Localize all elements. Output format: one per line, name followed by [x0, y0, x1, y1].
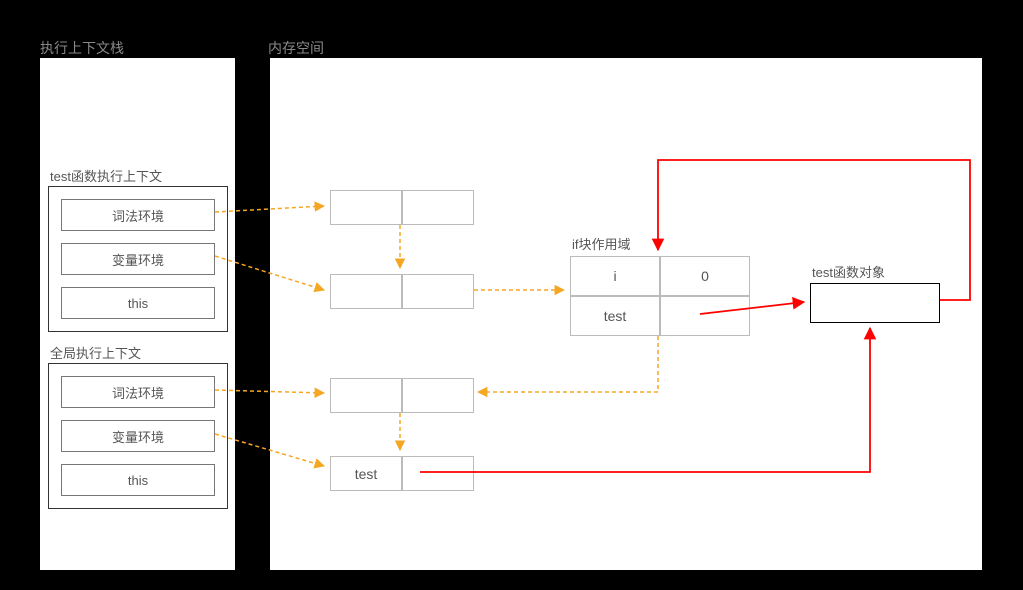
if-test-key: test: [570, 296, 660, 336]
global-var-test-key: test: [330, 456, 402, 491]
stack-panel: test函数执行上下文 词法环境 变量环境 this 全局执行上下文 词法环境 …: [38, 56, 237, 572]
test-lexical-env: 词法环境: [61, 199, 215, 231]
test-var-mem-right: [402, 274, 474, 309]
if-i-key: i: [570, 256, 660, 296]
global-lexical-env: 词法环境: [61, 376, 215, 408]
global-variable-env: 变量环境: [61, 420, 215, 452]
global-ctx-block: 词法环境 变量环境 this: [48, 363, 228, 509]
global-lex-mem-right: [402, 378, 474, 413]
if-i-val: 0: [660, 256, 750, 296]
memory-title: 内存空间: [268, 38, 324, 58]
test-ctx-title: test函数执行上下文: [50, 166, 162, 185]
global-lex-mem-left: [330, 378, 402, 413]
memory-panel: if块作用域 i 0 test test test函数对象: [268, 56, 984, 572]
test-lex-mem-right: [402, 190, 474, 225]
test-fn-obj-title: test函数对象: [812, 262, 885, 281]
stack-title: 执行上下文栈: [40, 38, 124, 58]
test-variable-env: 变量环境: [61, 243, 215, 275]
test-fn-obj: [810, 283, 940, 323]
if-block-title: if块作用域: [572, 234, 631, 253]
global-var-test-val: [402, 456, 474, 491]
global-this: this: [61, 464, 215, 496]
test-var-mem-left: [330, 274, 402, 309]
global-ctx-title: 全局执行上下文: [50, 343, 141, 362]
test-this: this: [61, 287, 215, 319]
test-lex-mem-left: [330, 190, 402, 225]
test-ctx-block: 词法环境 变量环境 this: [48, 186, 228, 332]
if-test-val: [660, 296, 750, 336]
